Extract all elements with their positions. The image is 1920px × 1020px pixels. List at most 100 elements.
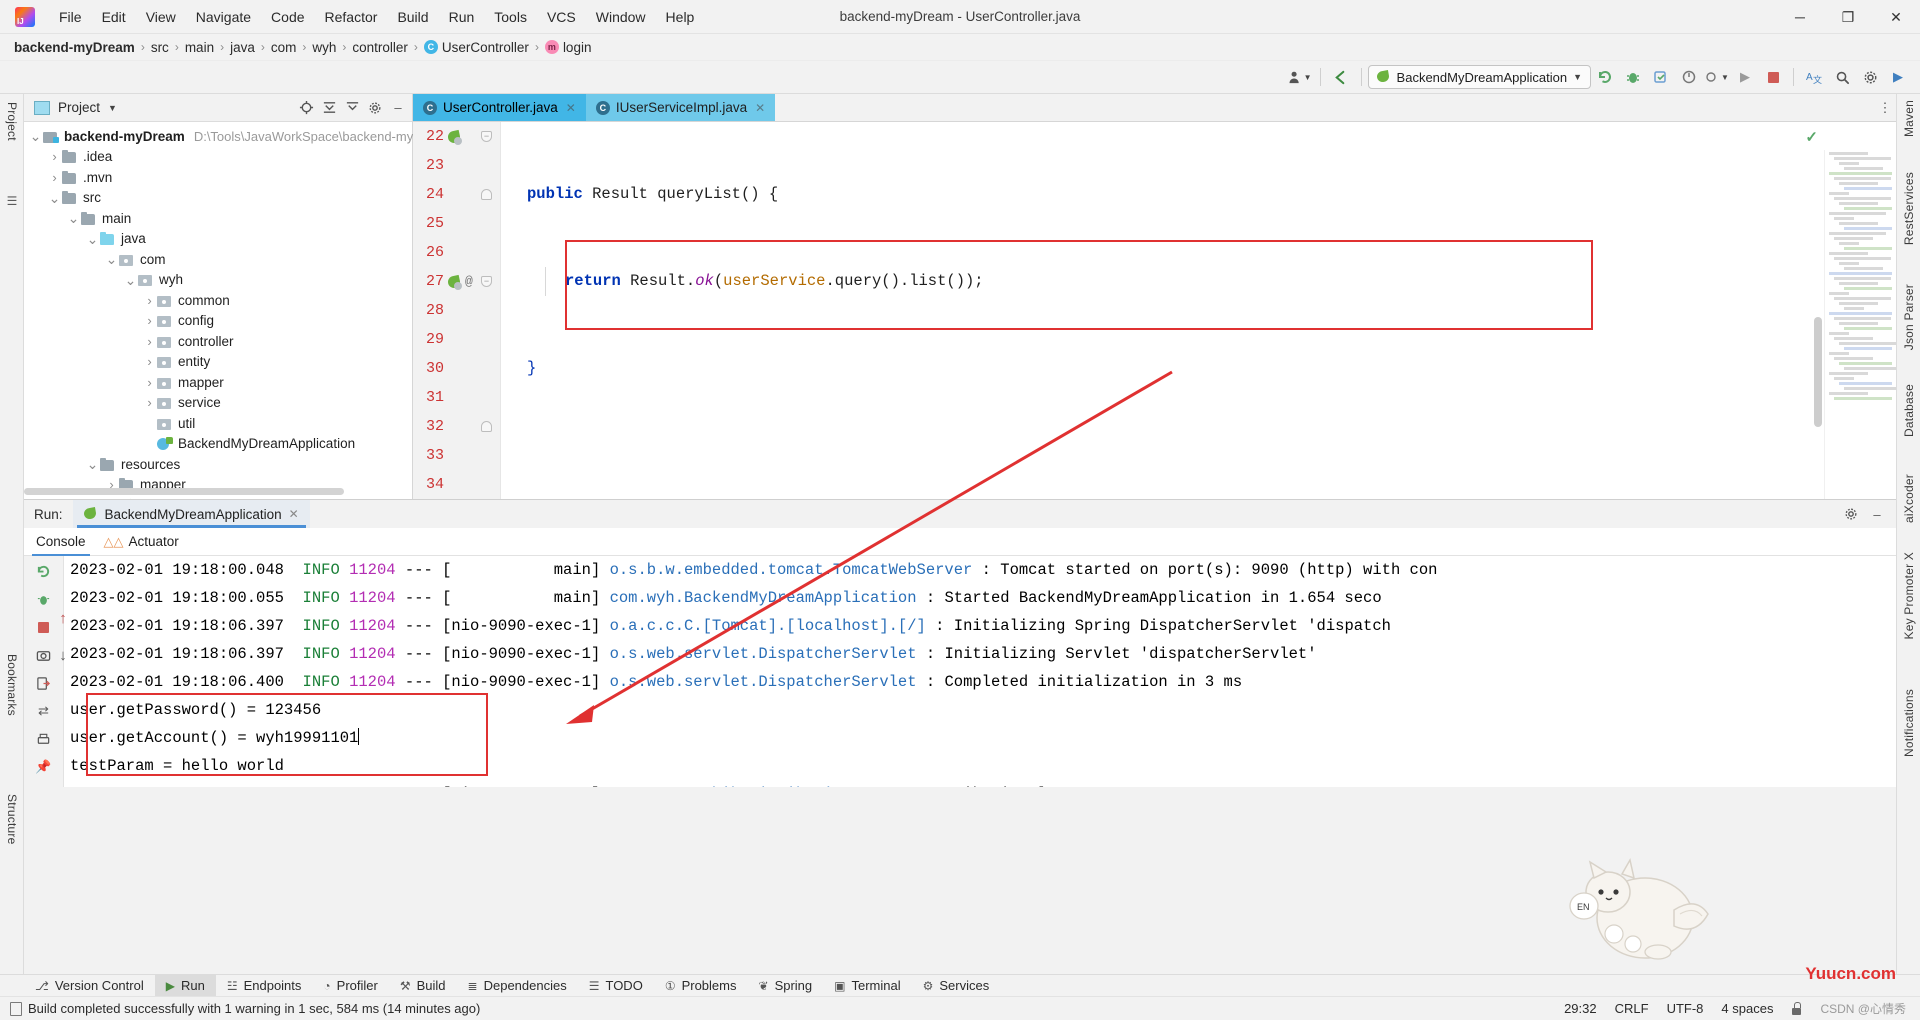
- chevron-down-icon[interactable]: ⌄: [66, 211, 81, 225]
- toolwindow-button-services[interactable]: ⚙ Services: [912, 975, 1001, 997]
- pin-icon[interactable]: 📌: [32, 756, 56, 778]
- gutter-row-29[interactable]: 29: [413, 325, 500, 354]
- editor-scrollbar-thumb[interactable]: [1814, 317, 1822, 427]
- breadcrumb-item-src[interactable]: src: [151, 40, 169, 55]
- toolwindow-button-spring[interactable]: ❦ Spring: [748, 975, 824, 997]
- menu-vcs[interactable]: VCS: [537, 5, 586, 29]
- rail-item-structure[interactable]: Structure: [5, 794, 19, 845]
- rail-item-project[interactable]: Project: [5, 102, 19, 141]
- close-run-tab-icon[interactable]: ✕: [289, 507, 299, 521]
- menu-window[interactable]: Window: [586, 5, 656, 29]
- profiler-icon[interactable]: [1676, 65, 1702, 89]
- code-fold-icon[interactable]: [481, 189, 492, 200]
- tree-item-config[interactable]: › config: [24, 311, 412, 332]
- tree-item--mvn[interactable]: › .mvn: [24, 167, 412, 188]
- gutter-row-24[interactable]: 24: [413, 180, 500, 209]
- console-output[interactable]: 2023-02-01 19:18:00.048 INFO 11204 --- […: [64, 556, 1896, 787]
- breadcrumb-item-class[interactable]: C UserController: [423, 40, 529, 55]
- chevron-right-icon[interactable]: ›: [142, 313, 157, 328]
- tree-item-entity[interactable]: › entity: [24, 352, 412, 373]
- chevron-down-icon[interactable]: ⌄: [47, 191, 62, 205]
- gutter-row-26[interactable]: 26: [413, 238, 500, 267]
- rail-item-notifications[interactable]: Notifications: [1902, 689, 1916, 757]
- subtab-actuator[interactable]: △△ Actuator: [104, 528, 179, 556]
- tree-item-java[interactable]: ⌄ java: [24, 229, 412, 250]
- gear-icon[interactable]: [1857, 65, 1883, 89]
- user-account-icon[interactable]: ▼: [1287, 65, 1313, 89]
- spring-endpoint-icon[interactable]: [447, 275, 462, 290]
- close-tab-icon[interactable]: ✕: [755, 101, 765, 115]
- toolwindow-button-terminal[interactable]: ▣ Terminal: [823, 975, 911, 997]
- gutter-row-25[interactable]: 25: [413, 209, 500, 238]
- collapse-all-icon[interactable]: [319, 98, 339, 118]
- toolwindow-button-endpoints[interactable]: ☳ Endpoints: [216, 975, 313, 997]
- rail-item-jsonparser[interactable]: Json Parser: [1902, 284, 1916, 350]
- run-anything-icon[interactable]: ▶: [1885, 65, 1911, 89]
- editor-tab-iuserserviceimpl[interactable]: C IUserServiceImpl.java ✕: [585, 94, 776, 121]
- chevron-right-icon[interactable]: ›: [47, 149, 62, 164]
- hide-panel-icon[interactable]: –: [388, 98, 408, 118]
- line-separator[interactable]: CRLF: [1615, 1001, 1649, 1016]
- chevron-down-icon[interactable]: ⌄: [85, 457, 100, 471]
- rail-item-bookmarks[interactable]: Bookmarks: [5, 654, 19, 716]
- code-fold-icon[interactable]: −: [481, 276, 492, 287]
- gutter-row-30[interactable]: 30: [413, 354, 500, 383]
- menu-navigate[interactable]: Navigate: [186, 5, 261, 29]
- breadcrumb-item-main[interactable]: main: [185, 40, 214, 55]
- toolwindow-button-profiler[interactable]: ◔ Profiler: [312, 975, 388, 997]
- toolwindow-button-problems[interactable]: ① Problems: [654, 975, 748, 997]
- settings-gear-icon[interactable]: [365, 98, 385, 118]
- gutter-row-33[interactable]: 33: [413, 441, 500, 470]
- print-icon[interactable]: [32, 728, 56, 750]
- editor-gutter[interactable]: 22−2324252627@−2829303132333435−38: [413, 122, 501, 499]
- subtab-console[interactable]: Console: [32, 528, 90, 556]
- menu-help[interactable]: Help: [656, 5, 705, 29]
- toolwindow-button-build[interactable]: ⚒ Build: [389, 975, 457, 997]
- tree-item-wyh[interactable]: ⌄ wyh: [24, 270, 412, 291]
- menu-code[interactable]: Code: [261, 5, 314, 29]
- caret-position[interactable]: 29:32: [1564, 1001, 1597, 1016]
- chevron-down-icon[interactable]: ⌄: [123, 273, 138, 287]
- chevron-right-icon[interactable]: ›: [142, 354, 157, 369]
- file-encoding[interactable]: UTF-8: [1667, 1001, 1704, 1016]
- tree-item-src[interactable]: ⌄ src: [24, 188, 412, 209]
- maximize-icon[interactable]: ❐: [1824, 0, 1872, 34]
- rail-item-keypromoterx[interactable]: Key Promoter X: [1902, 552, 1916, 640]
- stop-button-icon[interactable]: [1760, 65, 1786, 89]
- rail-item-aixcoder[interactable]: aiXcoder: [1902, 474, 1916, 523]
- chevron-down-icon[interactable]: ▼: [108, 103, 117, 113]
- menu-edit[interactable]: Edit: [92, 5, 136, 29]
- breadcrumb-item-com[interactable]: com: [271, 40, 297, 55]
- options-icon[interactable]: [342, 98, 362, 118]
- tree-item-mapper[interactable]: › mapper: [24, 372, 412, 393]
- minimize-icon[interactable]: ─: [1776, 0, 1824, 34]
- attach-profiler-dropdown-icon[interactable]: ▼: [1704, 65, 1730, 89]
- gutter-row-32[interactable]: 32: [413, 412, 500, 441]
- indent-setting[interactable]: 4 spaces: [1721, 1001, 1773, 1016]
- inspection-ok-icon[interactable]: ✓: [1805, 128, 1818, 146]
- tree-item-main[interactable]: ⌄ main: [24, 208, 412, 229]
- gutter-row-23[interactable]: 23: [413, 151, 500, 180]
- run-tab-backendmydreamapplication[interactable]: BackendMyDreamApplication ✕: [72, 500, 310, 528]
- gutter-row-28[interactable]: 28: [413, 296, 500, 325]
- scroll-from-source-icon[interactable]: [296, 98, 316, 118]
- close-tab-icon[interactable]: ✕: [566, 101, 576, 115]
- close-icon[interactable]: ✕: [1872, 0, 1920, 34]
- search-icon[interactable]: [1829, 65, 1855, 89]
- rerun-icon[interactable]: [1592, 65, 1618, 89]
- tree-item--idea[interactable]: › .idea: [24, 147, 412, 168]
- menu-refactor[interactable]: Refactor: [315, 5, 388, 29]
- tree-item-resources[interactable]: ⌄ resources: [24, 454, 412, 475]
- toolwindow-button-run[interactable]: ▶ Run: [154, 974, 216, 997]
- toolwindow-button-dependencies[interactable]: ≣ Dependencies: [457, 975, 578, 997]
- tree-item-util[interactable]: util: [24, 413, 412, 434]
- menu-tools[interactable]: Tools: [484, 5, 537, 29]
- run-configuration-selector[interactable]: BackendMyDreamApplication ▼: [1367, 65, 1591, 89]
- debug-icon[interactable]: [1620, 65, 1646, 89]
- menu-run[interactable]: Run: [439, 5, 485, 29]
- annotation-marker-icon[interactable]: @: [465, 274, 473, 289]
- chevron-right-icon[interactable]: ›: [142, 375, 157, 390]
- editor-tab-usercontroller[interactable]: C UserController.java ✕: [413, 94, 586, 121]
- run-settings-gear-icon[interactable]: [1840, 503, 1862, 525]
- chevron-right-icon[interactable]: ›: [142, 293, 157, 308]
